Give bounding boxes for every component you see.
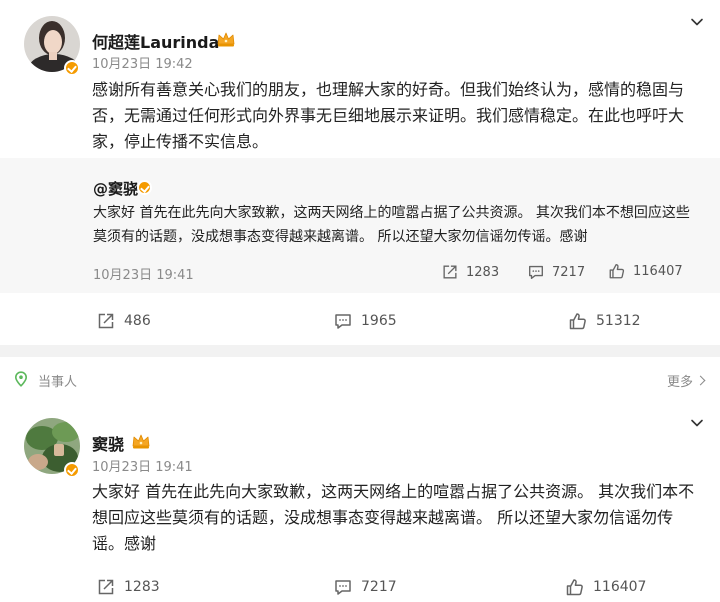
like-count: 116407 <box>593 579 647 595</box>
repost-comment-button[interactable]: 7217 <box>527 263 585 281</box>
more-label: 更多 <box>667 375 694 390</box>
share-count: 1283 <box>124 579 160 595</box>
repost-author-label: @窦骁 <box>93 180 139 198</box>
crown-icon <box>131 432 151 450</box>
comment-count: 7217 <box>361 579 397 595</box>
share-icon <box>441 263 459 281</box>
comment-icon <box>333 311 353 331</box>
repost-text: 大家好 首先在此先向大家致歉，这两天网络上的喧嚣占据了公共资源。 其次我们本不想… <box>93 205 690 245</box>
comment-button[interactable]: 1965 <box>333 311 397 331</box>
share-count: 486 <box>124 313 151 329</box>
share-button[interactable]: 1283 <box>96 577 160 597</box>
chevron-right-icon <box>695 375 706 386</box>
repost-like-count: 116407 <box>633 263 683 279</box>
context-label: 当事人 <box>38 375 78 390</box>
comment-icon <box>333 577 353 597</box>
feed-divider <box>0 345 720 357</box>
like-icon <box>568 311 588 331</box>
author-name[interactable]: 何超莲Laurinda <box>92 29 219 53</box>
repost-comment-count: 7217 <box>552 264 586 280</box>
repost-author[interactable]: @窦骁 <box>93 178 138 199</box>
like-count: 51312 <box>596 313 641 329</box>
repost-like-button[interactable]: 116407 <box>608 262 683 280</box>
like-icon <box>608 262 626 280</box>
verified-badge-icon <box>137 180 152 195</box>
chevron-down-icon[interactable] <box>689 14 705 30</box>
like-button[interactable]: 51312 <box>568 311 641 331</box>
verified-badge-icon <box>64 60 80 76</box>
post-text: 大家好 首先在此先向大家致歉，这两天网络上的喧嚣占据了公共资源。 其次我们本不想… <box>92 482 695 553</box>
like-button[interactable]: 116407 <box>565 577 646 597</box>
author-name[interactable]: 窦骁 <box>92 431 124 455</box>
repost-share-button[interactable]: 1283 <box>441 263 499 281</box>
share-icon <box>96 311 116 331</box>
comment-button[interactable]: 7217 <box>333 577 397 597</box>
post-text: 感谢所有善意关心我们的朋友，也理解大家的好奇。但我们始终认为，感情的稳固与否，无… <box>92 80 685 151</box>
post-time[interactable]: 10月23日 19:42 <box>92 53 193 72</box>
location-pin-icon <box>14 371 28 387</box>
comment-icon <box>527 263 545 281</box>
crown-icon <box>216 30 236 48</box>
repost-share-count: 1283 <box>466 264 500 280</box>
repost-time[interactable]: 10月23日 19:41 <box>93 264 194 283</box>
post-time[interactable]: 10月23日 19:41 <box>92 456 193 475</box>
comment-count: 1965 <box>361 313 397 329</box>
share-button[interactable]: 486 <box>96 311 151 331</box>
chevron-down-icon[interactable] <box>689 415 705 431</box>
more-link[interactable]: 更多 <box>667 371 706 390</box>
verified-badge-icon <box>64 462 80 478</box>
like-icon <box>565 577 585 597</box>
share-icon <box>96 577 116 597</box>
